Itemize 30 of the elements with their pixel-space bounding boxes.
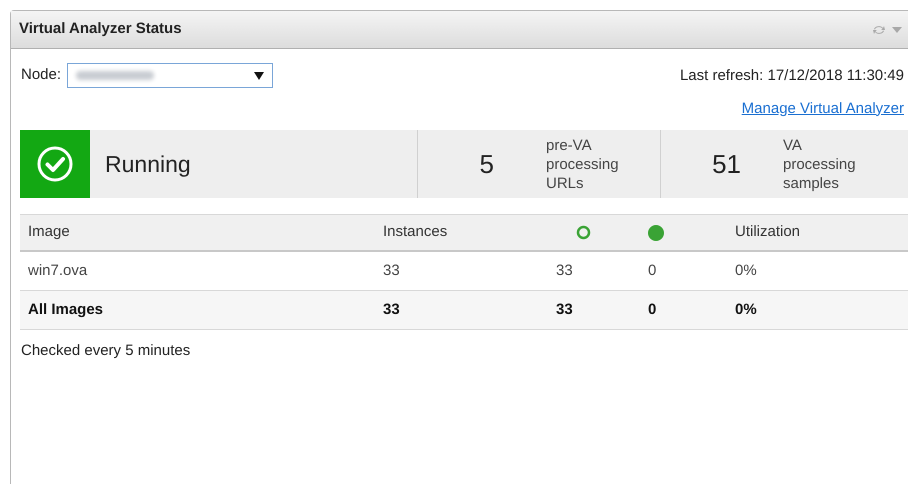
check-circle-icon	[36, 145, 74, 183]
table-cell: 0%	[735, 301, 757, 318]
column-header: Utilization	[735, 222, 800, 242]
node-label: Node:	[21, 65, 62, 86]
table-cell: 0	[648, 262, 656, 279]
caret-icon	[254, 72, 264, 80]
counter-label: VA processing samples	[783, 136, 857, 192]
dot-icon	[648, 224, 664, 240]
status-text: Running	[105, 150, 191, 179]
last-refresh-text: Last refresh: 17/12/2018 11:30:49	[680, 66, 904, 86]
node-select[interactable]	[67, 63, 274, 88]
table-cell: win7.ova	[28, 262, 88, 279]
dropdown-arrow-icon[interactable]	[892, 26, 902, 32]
manage-link[interactable]: Manage Virtual Analyzer	[742, 98, 904, 120]
counter-value: 51	[711, 148, 741, 180]
table-cell: 33	[383, 301, 400, 318]
counter-value: 5	[478, 148, 494, 180]
table-cell: All Images	[28, 301, 104, 318]
table-cell: 33	[383, 262, 400, 279]
table-cell: 0%	[735, 262, 757, 279]
panel-title: Virtual Analyzer Status	[19, 19, 182, 40]
table-cell: 0	[648, 301, 656, 318]
footer-note: Checked every 5 minutes	[21, 341, 192, 361]
column-header: Image	[28, 222, 70, 242]
counter-label: pre-VA processing URLs	[546, 136, 620, 192]
table-cell: 33	[556, 301, 573, 318]
column-header: Instances	[383, 222, 448, 242]
table-cell: 33	[556, 262, 573, 279]
refresh-icon[interactable]	[872, 24, 886, 36]
ring-icon	[576, 225, 591, 240]
